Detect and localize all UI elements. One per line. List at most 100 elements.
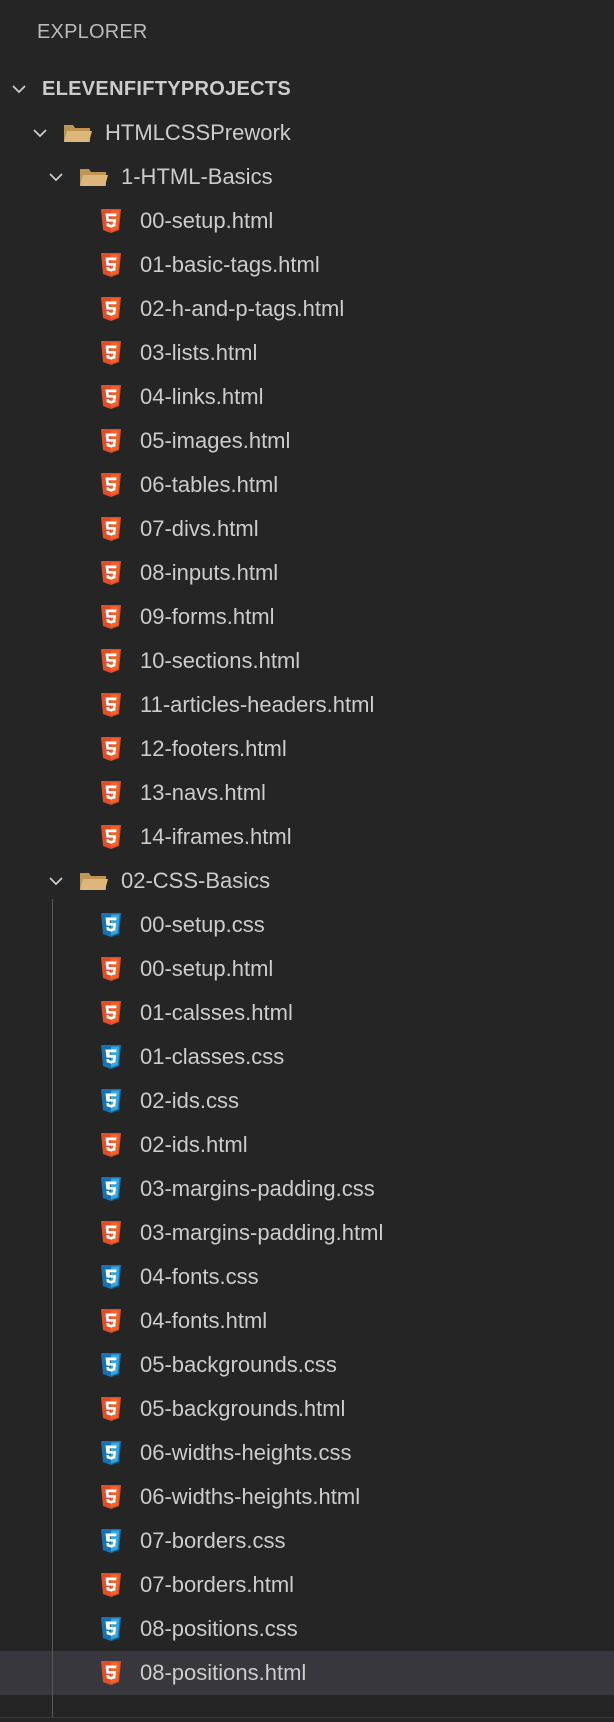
file-label: 08-positions.css — [140, 1616, 298, 1641]
html5-file-icon — [100, 472, 122, 498]
html5-file-icon — [100, 824, 122, 850]
file-label: 00-setup.html — [140, 956, 274, 981]
file-label: 01-calsses.html — [140, 1000, 293, 1025]
tree-file-item[interactable]: 02-ids.html — [0, 1123, 614, 1167]
html5-file-icon — [100, 780, 122, 806]
tree-file-item[interactable]: 07-borders.css — [0, 1519, 614, 1563]
tree-file-item[interactable]: 04-links.html — [0, 375, 614, 419]
css3-file-icon — [100, 1044, 122, 1070]
tree-folder-css-basics[interactable]: 02-CSS-Basics — [0, 859, 614, 903]
file-label: 08-inputs.html — [140, 560, 279, 585]
tree-file-item[interactable]: 07-borders.html — [0, 1563, 614, 1607]
tree-file-item[interactable]: 06-widths-heights.css — [0, 1431, 614, 1475]
chevron-down-icon[interactable] — [31, 124, 49, 142]
html5-file-icon — [100, 340, 122, 366]
file-label: 01-classes.css — [140, 1044, 285, 1069]
file-label: 00-setup.html — [140, 208, 274, 233]
tree-file-item[interactable]: 04-fonts.html — [0, 1299, 614, 1343]
folder-open-icon — [79, 870, 109, 892]
css3-file-icon — [100, 1264, 122, 1290]
html5-file-icon — [100, 648, 122, 674]
file-tree: ELEVENFIFTYPROJECTS HTMLCSSPrework 1-HTM… — [0, 67, 614, 1695]
file-label: 04-fonts.html — [140, 1308, 268, 1333]
tree-file-item[interactable]: 00-setup.html — [0, 947, 614, 991]
html5-file-icon — [100, 1000, 122, 1026]
chevron-down-icon[interactable] — [47, 168, 65, 186]
file-label: 04-fonts.css — [140, 1264, 259, 1289]
tree-file-item[interactable]: 01-calsses.html — [0, 991, 614, 1035]
tree-file-item[interactable]: 01-classes.css — [0, 1035, 614, 1079]
html5-file-icon — [100, 384, 122, 410]
file-label: 04-links.html — [140, 384, 264, 409]
html5-file-icon — [100, 1660, 122, 1686]
file-label: 02-ids.css — [140, 1088, 240, 1113]
file-label: 02-ids.html — [140, 1132, 248, 1157]
css3-file-icon — [100, 1088, 122, 1114]
html5-file-icon — [100, 1572, 122, 1598]
folder-label: HTMLCSSPrework — [105, 120, 291, 145]
css3-file-icon — [100, 1616, 122, 1642]
tree-file-item[interactable]: 05-backgrounds.html — [0, 1387, 614, 1431]
tree-file-item[interactable]: 14-iframes.html — [0, 815, 614, 859]
tree-file-item[interactable]: 08-positions.css — [0, 1607, 614, 1651]
tree-file-item[interactable]: 13-navs.html — [0, 771, 614, 815]
html5-file-icon — [100, 296, 122, 322]
file-label: 09-forms.html — [140, 604, 275, 629]
folder-open-icon — [79, 166, 109, 188]
tree-file-item[interactable]: 12-footers.html — [0, 727, 614, 771]
html5-file-icon — [100, 428, 122, 454]
css3-file-icon — [100, 1352, 122, 1378]
tree-file-item[interactable]: 03-margins-padding.css — [0, 1167, 614, 1211]
folder-label: 02-CSS-Basics — [121, 868, 271, 893]
tree-file-item[interactable]: 00-setup.css — [0, 903, 614, 947]
html5-file-icon — [100, 516, 122, 542]
tree-file-item[interactable]: 07-divs.html — [0, 507, 614, 551]
tree-file-item[interactable]: 06-widths-heights.html — [0, 1475, 614, 1519]
tree-folder-html-basics[interactable]: 1-HTML-Basics — [0, 155, 614, 199]
file-label: 00-setup.css — [140, 912, 265, 937]
chevron-down-icon[interactable] — [47, 872, 65, 890]
chevron-down-icon[interactable] — [10, 80, 28, 98]
tree-file-item[interactable]: 10-sections.html — [0, 639, 614, 683]
file-label: 03-margins-padding.css — [140, 1176, 375, 1201]
tree-file-item[interactable]: 00-setup.html — [0, 199, 614, 243]
tree-file-item[interactable]: 03-margins-padding.html — [0, 1211, 614, 1255]
file-label: 14-iframes.html — [140, 824, 292, 849]
tree-file-item[interactable]: 09-forms.html — [0, 595, 614, 639]
tree-file-item[interactable]: 06-tables.html — [0, 463, 614, 507]
file-label: 05-backgrounds.html — [140, 1396, 346, 1421]
html5-file-icon — [100, 252, 122, 278]
css3-file-icon — [100, 1528, 122, 1554]
css3-file-icon — [100, 1176, 122, 1202]
folder-label: 1-HTML-Basics — [121, 164, 273, 189]
tree-root-folder[interactable]: ELEVENFIFTYPROJECTS — [0, 67, 614, 111]
file-label: 02-h-and-p-tags.html — [140, 296, 345, 321]
tree-folder-htmlcssprework[interactable]: HTMLCSSPrework — [0, 111, 614, 155]
tree-root-label: ELEVENFIFTYPROJECTS — [42, 77, 292, 100]
tree-file-item[interactable]: 05-images.html — [0, 419, 614, 463]
panel-divider — [0, 1717, 614, 1718]
tree-file-item[interactable]: 11-articles-headers.html — [0, 683, 614, 727]
html5-file-icon — [100, 736, 122, 762]
css3-file-icon — [100, 1440, 122, 1466]
tree-file-item[interactable]: 03-lists.html — [0, 331, 614, 375]
indent-guide — [52, 899, 53, 1717]
html5-file-icon — [100, 1220, 122, 1246]
file-label: 11-articles-headers.html — [140, 692, 375, 717]
tree-file-item[interactable]: 01-basic-tags.html — [0, 243, 614, 287]
file-label: 08-positions.html — [140, 1660, 307, 1685]
tree-file-item[interactable]: 04-fonts.css — [0, 1255, 614, 1299]
tree-file-item[interactable]: 08-inputs.html — [0, 551, 614, 595]
tree-file-item[interactable]: 05-backgrounds.css — [0, 1343, 614, 1387]
tree-file-item[interactable]: 02-h-and-p-tags.html — [0, 287, 614, 331]
html5-file-icon — [100, 692, 122, 718]
tree-file-item[interactable]: 02-ids.css — [0, 1079, 614, 1123]
tree-file-item[interactable]: 08-positions.html — [0, 1651, 614, 1695]
file-label: 05-images.html — [140, 428, 291, 453]
file-label: 07-divs.html — [140, 516, 259, 541]
folder-open-icon — [63, 122, 93, 144]
file-label: 13-navs.html — [140, 780, 266, 805]
html5-file-icon — [100, 560, 122, 586]
file-label: 07-borders.css — [140, 1528, 286, 1553]
html5-file-icon — [100, 1396, 122, 1422]
